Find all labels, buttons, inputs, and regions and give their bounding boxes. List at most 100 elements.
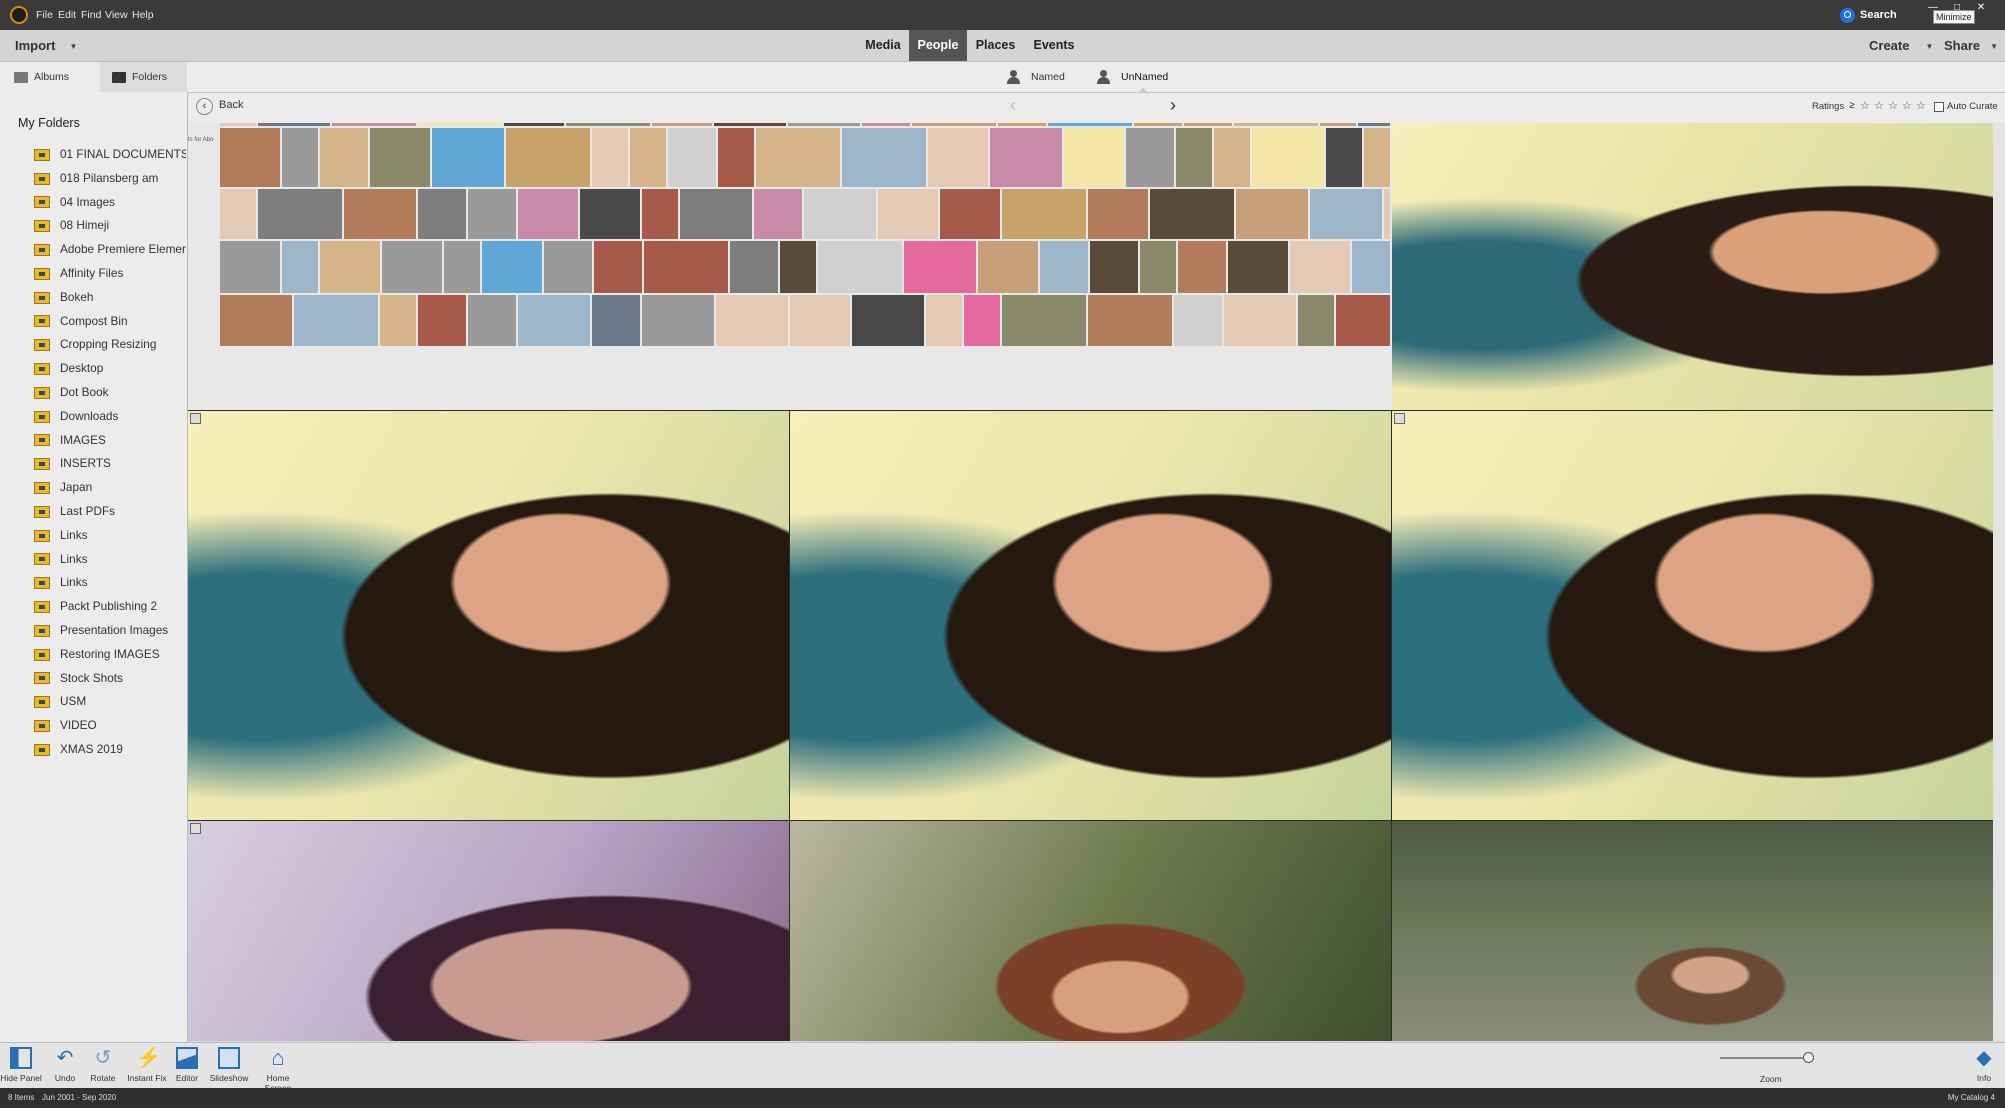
portrait-photo[interactable] bbox=[1392, 123, 1993, 410]
next-arrow-icon[interactable]: › bbox=[1170, 95, 1176, 116]
folder-item[interactable]: 04 Images bbox=[34, 190, 186, 214]
folder-item[interactable]: Desktop bbox=[34, 356, 186, 380]
portrait-photo[interactable] bbox=[790, 821, 1391, 1041]
portrait-photo[interactable] bbox=[790, 411, 1391, 820]
collage-thumbnail bbox=[1178, 241, 1226, 293]
folder-item[interactable]: USM bbox=[34, 689, 186, 713]
tab-places[interactable]: Places bbox=[967, 30, 1024, 61]
folder-item[interactable]: Affinity Files bbox=[34, 261, 186, 285]
rotate-button[interactable]: ↺ Rotate bbox=[82, 1047, 124, 1083]
folder-icon bbox=[34, 553, 50, 566]
menu-view[interactable]: View bbox=[105, 0, 128, 30]
editor-button[interactable]: Editor bbox=[166, 1047, 208, 1083]
hide-panel-button[interactable]: Hide Panel bbox=[0, 1047, 42, 1083]
folder-item[interactable]: Presentation Images bbox=[34, 618, 186, 642]
vertical-scrollbar[interactable] bbox=[1993, 123, 2005, 1041]
folder-item[interactable]: Dot Book bbox=[34, 380, 186, 404]
folder-item[interactable]: 01 FINAL DOCUMENTS bbox=[34, 142, 186, 166]
instant-fix-button[interactable]: ⚡ Instant Fix bbox=[126, 1047, 168, 1083]
portrait-photo[interactable] bbox=[188, 411, 789, 820]
folder-item[interactable]: Links bbox=[34, 570, 186, 594]
chevron-down-icon: ▼ bbox=[1925, 42, 1934, 52]
folder-item[interactable]: Stock Shots bbox=[34, 666, 186, 690]
collage-thumbnail bbox=[380, 295, 416, 346]
tab-media[interactable]: Media bbox=[857, 30, 909, 61]
folder-icon bbox=[34, 267, 50, 280]
ratings-operator[interactable]: ≥ bbox=[1849, 100, 1855, 111]
collage-thumbnail bbox=[1214, 128, 1250, 187]
folder-item[interactable]: Links bbox=[34, 547, 186, 571]
folder-item[interactable]: Bokeh bbox=[34, 285, 186, 309]
collage-thumbnail bbox=[642, 189, 678, 239]
menu-help[interactable]: Help bbox=[132, 0, 154, 30]
rating-star-3[interactable]: ☆ bbox=[1888, 99, 1898, 112]
collage-thumbnail bbox=[668, 128, 716, 187]
slideshow-button[interactable]: Slideshow bbox=[208, 1047, 250, 1083]
media-thumbnail[interactable]: ts for Abo bbox=[188, 123, 1392, 410]
filter-unnamed[interactable]: UnNamed bbox=[1097, 62, 1168, 92]
albums-icon bbox=[14, 71, 28, 83]
rating-star-4[interactable]: ☆ bbox=[1902, 99, 1912, 112]
stack-badge-icon[interactable] bbox=[190, 823, 201, 834]
folder-item[interactable]: Cropping Resizing bbox=[34, 332, 186, 356]
folder-item[interactable]: 018 Pilansberg am bbox=[34, 166, 186, 190]
create-button[interactable]: Create ▼ bbox=[1869, 30, 1933, 61]
item-count: 8 Items bbox=[8, 1093, 35, 1102]
folder-item[interactable]: Compost Bin bbox=[34, 309, 186, 333]
portrait-photo[interactable] bbox=[188, 821, 789, 1041]
rating-star-2[interactable]: ☆ bbox=[1874, 99, 1884, 112]
folder-item[interactable]: Adobe Premiere Elemen bbox=[34, 237, 186, 261]
instant-fix-label: Instant Fix bbox=[127, 1073, 167, 1083]
tab-events[interactable]: Events bbox=[1024, 30, 1084, 61]
back-label[interactable]: Back bbox=[219, 99, 243, 111]
menu-file[interactable]: File bbox=[36, 0, 53, 30]
folder-item[interactable]: Links bbox=[34, 523, 186, 547]
folder-item[interactable]: INSERTS bbox=[34, 451, 186, 475]
folder-item[interactable]: Last PDFs bbox=[34, 499, 186, 523]
zoom-slider-handle[interactable] bbox=[1803, 1052, 1814, 1063]
folder-item[interactable]: Downloads bbox=[34, 404, 186, 428]
import-button[interactable]: Import ▼ bbox=[15, 30, 77, 61]
portrait-photo[interactable] bbox=[1392, 821, 1993, 1041]
collage-thumbnail bbox=[730, 241, 778, 293]
folder-item[interactable]: XMAS 2019 bbox=[34, 737, 186, 761]
undo-button[interactable]: ↶ Undo bbox=[44, 1047, 86, 1083]
stack-badge-icon[interactable] bbox=[190, 413, 201, 424]
zoom-slider[interactable] bbox=[1720, 1057, 1812, 1059]
folder-icon bbox=[34, 434, 50, 447]
collage-thumbnail bbox=[1064, 128, 1124, 187]
collage-thumbnail bbox=[1048, 123, 1132, 126]
previous-arrow-icon[interactable]: ‹ bbox=[1010, 95, 1016, 116]
stack-badge-icon[interactable] bbox=[1394, 413, 1405, 424]
home-screen-button[interactable]: ⌂Home Screen bbox=[254, 1047, 302, 1094]
folder-item[interactable]: Packt Publishing 2 bbox=[34, 594, 186, 618]
tab-people[interactable]: People bbox=[909, 30, 967, 61]
rotate-label: Rotate bbox=[90, 1073, 116, 1083]
filter-named-label: Named bbox=[1031, 71, 1065, 83]
import-label: Import bbox=[15, 38, 56, 53]
tab-folders[interactable]: Folders bbox=[100, 62, 187, 92]
share-button[interactable]: Share ▼ bbox=[1944, 30, 1998, 61]
app-logo-icon bbox=[10, 6, 28, 24]
folder-item[interactable]: VIDEO bbox=[34, 713, 186, 737]
filter-named[interactable]: Named bbox=[1007, 62, 1065, 92]
rating-star-1[interactable]: ☆ bbox=[1860, 99, 1870, 112]
folder-item[interactable]: Japan bbox=[34, 475, 186, 499]
collage-thumbnail bbox=[294, 295, 378, 346]
folder-item[interactable]: IMAGES bbox=[34, 428, 186, 452]
tab-albums[interactable]: Albums bbox=[14, 62, 81, 92]
info-button[interactable]: ◆ Info bbox=[1964, 1047, 2004, 1083]
menu-edit[interactable]: Edit bbox=[58, 0, 76, 30]
collage-thumbnail bbox=[990, 128, 1062, 187]
menu-find[interactable]: Find bbox=[81, 0, 101, 30]
collage-thumbnail bbox=[998, 123, 1046, 126]
search-button[interactable]: Search bbox=[1840, 6, 1897, 24]
folder-item[interactable]: Restoring IMAGES bbox=[34, 642, 186, 666]
folder-icon bbox=[34, 743, 50, 756]
portrait-photo[interactable] bbox=[1392, 411, 1993, 820]
auto-curate-checkbox[interactable] bbox=[1934, 102, 1944, 112]
rating-star-5[interactable]: ☆ bbox=[1916, 99, 1926, 112]
back-arrow-icon[interactable]: ‹ bbox=[196, 98, 213, 115]
auto-curate-label[interactable]: Auto Curate bbox=[1947, 101, 1998, 112]
folder-item[interactable]: 08 Himeji bbox=[34, 213, 186, 237]
